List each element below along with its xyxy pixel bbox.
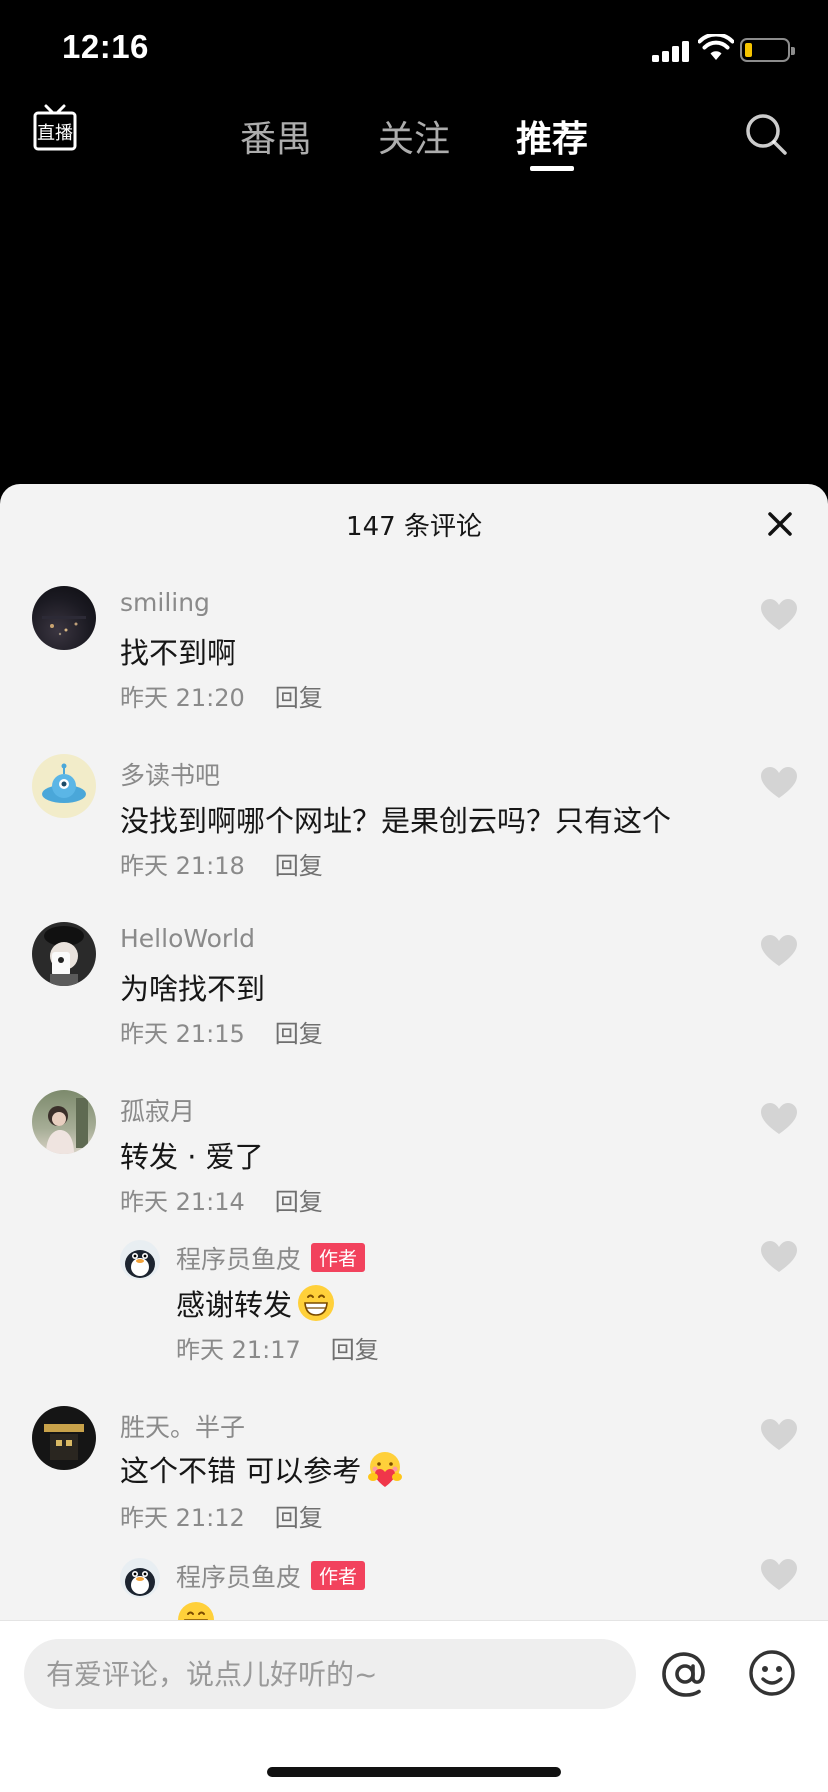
comments-panel: 147 条评论 smiling 找不到啊 昨天 21:20 回复 多读书吧 没找到… [0,484,828,1792]
reply-button[interactable]: 回复 [275,1020,323,1048]
comment-username[interactable]: 程序员鱼皮 [176,1563,301,1592]
comment-text-row: 这个不错 可以参考 [120,1448,405,1490]
comment-meta: 昨天 21:17 回复 [176,1330,379,1365]
reply-button[interactable]: 回复 [331,1336,379,1364]
comment-text: 感谢转发 [176,1288,293,1322]
reply-username-row: 程序员鱼皮 作者 [176,1240,366,1276]
reply-button[interactable]: 回复 [275,1504,323,1532]
heart-icon[interactable] [760,598,798,632]
comment-username[interactable]: 孤寂月 [120,1092,195,1128]
heart-icon[interactable] [760,934,798,968]
comment-meta: 昨天 21:14 回复 [120,1182,323,1217]
comment-time: 昨天 21:18 [120,852,245,880]
heart-icon[interactable] [760,766,798,800]
active-tab-indicator [530,166,574,171]
comment-username[interactable]: HelloWorld [120,924,255,953]
comment-text: 转发 · 爱了 [120,1140,264,1174]
comment-meta: 昨天 21:18 回复 [120,846,323,881]
comment-meta: 昨天 21:15 回复 [120,1014,323,1049]
svg-text:直播: 直播 [37,123,73,144]
live-stream-icon[interactable]: 直播 [32,104,78,154]
comment-time: 昨天 21:12 [120,1504,245,1532]
tab-panyu[interactable]: 番禺 [240,110,312,162]
comment-username[interactable]: smiling [120,588,210,617]
comment-meta: 昨天 21:12 回复 [120,1498,323,1533]
avatar[interactable] [32,922,96,986]
home-indicator[interactable] [267,1767,561,1777]
comment-time: 昨天 21:17 [176,1336,301,1364]
comment-time: 昨天 21:15 [120,1020,245,1048]
search-icon[interactable] [744,112,788,156]
author-badge: 作者 [311,1243,366,1272]
comment-username[interactable]: 程序员鱼皮 [176,1245,301,1274]
status-bar: 12:16 [0,0,828,100]
heart-icon[interactable] [760,1418,798,1452]
heart-icon[interactable] [760,1558,798,1592]
comment-text-row: 感谢转发 [176,1282,336,1324]
author-badge: 作者 [311,1561,366,1590]
reply-button[interactable]: 回复 [275,852,323,880]
reply-button[interactable]: 回复 [275,1188,323,1216]
comment-time: 昨天 21:14 [120,1188,245,1216]
at-icon[interactable] [660,1649,710,1699]
avatar[interactable] [32,1090,96,1154]
comment-username[interactable]: 胜天。半子 [120,1408,245,1444]
tab-recommended[interactable]: 推荐 [516,110,588,162]
comments-count-title: 147 条评论 [346,512,482,542]
comment-input-bar [0,1620,828,1792]
comment-text: 这个不错 可以参考 [120,1454,362,1488]
heart-icon[interactable] [760,1102,798,1136]
top-nav: 直播 番禺 关注 推荐 [0,100,828,180]
reply-username-row: 程序员鱼皮 作者 [176,1558,366,1594]
comment-input[interactable] [24,1639,636,1709]
heart-icon[interactable] [760,1240,798,1274]
heart-hug-emoji [368,1452,403,1487]
avatar[interactable] [120,1240,160,1280]
reply-button[interactable]: 回复 [275,684,323,712]
avatar[interactable] [32,754,96,818]
comment-text: 没找到啊哪个网址？是果创云吗？只有这个 [120,804,672,838]
avatar[interactable] [32,1406,96,1470]
status-time: 12:16 [62,28,149,65]
comment-time: 昨天 21:20 [120,684,245,712]
signal-icon [652,40,690,62]
comment-meta: 昨天 21:20 回复 [120,678,323,713]
comment-text: 为啥找不到 [120,972,266,1006]
grinning-emoji [298,1285,335,1321]
avatar[interactable] [32,586,96,650]
tab-following[interactable]: 关注 [378,110,450,162]
emoji-icon[interactable] [748,1649,796,1697]
close-icon[interactable] [766,510,794,538]
avatar[interactable] [120,1558,160,1598]
comment-username[interactable]: 多读书吧 [120,756,220,792]
battery-icon [740,38,795,62]
wifi-icon [698,34,734,60]
comment-text: 找不到啊 [120,636,237,670]
